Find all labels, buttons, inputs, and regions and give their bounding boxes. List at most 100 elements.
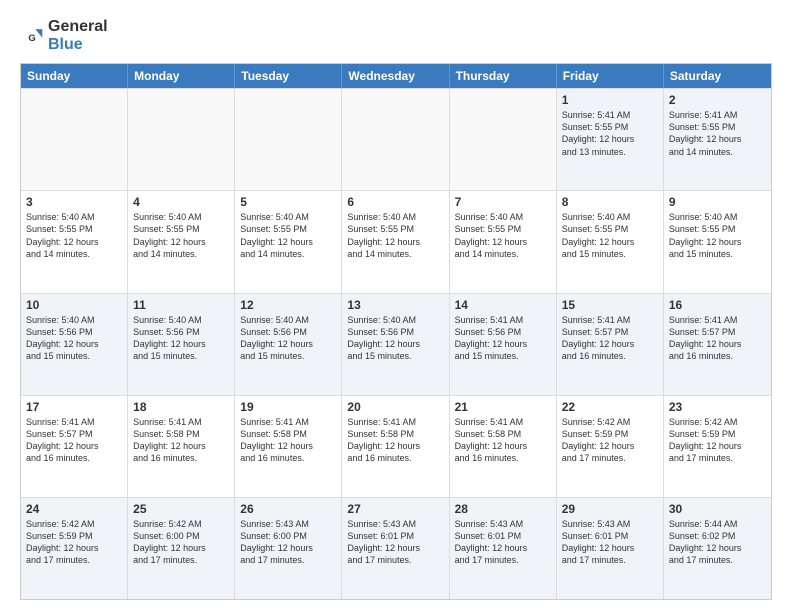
day-info: Sunrise: 5:41 AM Sunset: 5:58 PM Dayligh… xyxy=(133,416,229,465)
day-info: Sunrise: 5:43 AM Sunset: 6:00 PM Dayligh… xyxy=(240,518,336,567)
cal-cell-r4-c1: 25 Sunrise: 5:42 AM Sunset: 6:00 PM Dayli… xyxy=(128,498,235,599)
cal-cell-r0-c5: 1Sunrise: 5:41 AM Sunset: 5:55 PM Daylig… xyxy=(557,89,664,190)
day-info: Sunrise: 5:42 AM Sunset: 5:59 PM Dayligh… xyxy=(26,518,122,567)
day-number: 6 xyxy=(347,195,443,209)
day-info: Sunrise: 5:40 AM Sunset: 5:56 PM Dayligh… xyxy=(133,314,229,363)
cal-cell-r1-c5: 8 Sunrise: 5:40 AM Sunset: 5:55 PM Daylig… xyxy=(557,191,664,292)
cal-cell-r4-c4: 28 Sunrise: 5:43 AM Sunset: 6:01 PM Dayli… xyxy=(450,498,557,599)
day-number: 17 xyxy=(26,400,122,414)
day-info: Sunrise: 5:40 AM Sunset: 5:55 PM Dayligh… xyxy=(562,211,658,260)
cal-cell-r0-c1 xyxy=(128,89,235,190)
day-number: 27 xyxy=(347,502,443,516)
day-number: 4 xyxy=(133,195,229,209)
day-info: Sunrise: 5:42 AM Sunset: 5:59 PM Dayligh… xyxy=(562,416,658,465)
cal-row-0: 1Sunrise: 5:41 AM Sunset: 5:55 PM Daylig… xyxy=(21,88,771,190)
day-number: 25 xyxy=(133,502,229,516)
day-number: 2 xyxy=(669,93,766,107)
day-info: Sunrise: 5:42 AM Sunset: 5:59 PM Dayligh… xyxy=(669,416,766,465)
cal-header-thursday: Thursday xyxy=(450,64,557,88)
cal-row-1: 3 Sunrise: 5:40 AM Sunset: 5:55 PM Daylig… xyxy=(21,190,771,292)
day-number: 12 xyxy=(240,298,336,312)
day-info: Sunrise: 5:40 AM Sunset: 5:55 PM Dayligh… xyxy=(455,211,551,260)
calendar-header-row: SundayMondayTuesdayWednesdayThursdayFrid… xyxy=(21,64,771,88)
cal-cell-r3-c4: 21Sunrise: 5:41 AM Sunset: 5:58 PM Dayli… xyxy=(450,396,557,497)
day-info: Sunrise: 5:40 AM Sunset: 5:55 PM Dayligh… xyxy=(240,211,336,260)
cal-cell-r1-c1: 4Sunrise: 5:40 AM Sunset: 5:55 PM Daylig… xyxy=(128,191,235,292)
cal-header-monday: Monday xyxy=(128,64,235,88)
day-info: Sunrise: 5:43 AM Sunset: 6:01 PM Dayligh… xyxy=(562,518,658,567)
cal-cell-r2-c6: 16 Sunrise: 5:41 AM Sunset: 5:57 PM Dayli… xyxy=(664,294,771,395)
cal-cell-r1-c6: 9 Sunrise: 5:40 AM Sunset: 5:55 PM Daylig… xyxy=(664,191,771,292)
cal-header-tuesday: Tuesday xyxy=(235,64,342,88)
cal-cell-r3-c6: 23 Sunrise: 5:42 AM Sunset: 5:59 PM Dayli… xyxy=(664,396,771,497)
logo-icon: G xyxy=(20,24,44,48)
cal-cell-r2-c4: 14 Sunrise: 5:41 AM Sunset: 5:56 PM Dayli… xyxy=(450,294,557,395)
day-number: 30 xyxy=(669,502,766,516)
day-number: 24 xyxy=(26,502,122,516)
cal-header-friday: Friday xyxy=(557,64,664,88)
calendar: SundayMondayTuesdayWednesdayThursdayFrid… xyxy=(20,63,772,600)
cal-cell-r1-c3: 6 Sunrise: 5:40 AM Sunset: 5:55 PM Daylig… xyxy=(342,191,449,292)
cal-cell-r2-c5: 15 Sunrise: 5:41 AM Sunset: 5:57 PM Dayli… xyxy=(557,294,664,395)
day-number: 28 xyxy=(455,502,551,516)
calendar-body: 1Sunrise: 5:41 AM Sunset: 5:55 PM Daylig… xyxy=(21,88,771,599)
day-number: 7 xyxy=(455,195,551,209)
day-number: 8 xyxy=(562,195,658,209)
logo: G General Blue xyxy=(20,18,108,53)
cal-cell-r4-c5: 29 Sunrise: 5:43 AM Sunset: 6:01 PM Dayli… xyxy=(557,498,664,599)
day-number: 26 xyxy=(240,502,336,516)
day-number: 3 xyxy=(26,195,122,209)
cal-header-saturday: Saturday xyxy=(664,64,771,88)
header: G General Blue xyxy=(20,18,772,53)
cal-cell-r1-c0: 3Sunrise: 5:40 AM Sunset: 5:55 PM Daylig… xyxy=(21,191,128,292)
day-number: 21 xyxy=(455,400,551,414)
cal-cell-r4-c2: 26 Sunrise: 5:43 AM Sunset: 6:00 PM Dayli… xyxy=(235,498,342,599)
cal-cell-r0-c3 xyxy=(342,89,449,190)
day-info: Sunrise: 5:40 AM Sunset: 5:55 PM Dayligh… xyxy=(669,211,766,260)
day-info: Sunrise: 5:41 AM Sunset: 5:58 PM Dayligh… xyxy=(240,416,336,465)
day-number: 22 xyxy=(562,400,658,414)
cal-cell-r4-c3: 27 Sunrise: 5:43 AM Sunset: 6:01 PM Dayli… xyxy=(342,498,449,599)
day-info: Sunrise: 5:41 AM Sunset: 5:56 PM Dayligh… xyxy=(455,314,551,363)
cal-row-3: 17 Sunrise: 5:41 AM Sunset: 5:57 PM Dayli… xyxy=(21,395,771,497)
cal-cell-r0-c0 xyxy=(21,89,128,190)
cal-cell-r2-c2: 12 Sunrise: 5:40 AM Sunset: 5:56 PM Dayli… xyxy=(235,294,342,395)
day-info: Sunrise: 5:42 AM Sunset: 6:00 PM Dayligh… xyxy=(133,518,229,567)
day-number: 14 xyxy=(455,298,551,312)
day-info: Sunrise: 5:40 AM Sunset: 5:56 PM Dayligh… xyxy=(347,314,443,363)
day-info: Sunrise: 5:41 AM Sunset: 5:58 PM Dayligh… xyxy=(347,416,443,465)
day-info: Sunrise: 5:40 AM Sunset: 5:56 PM Dayligh… xyxy=(240,314,336,363)
day-number: 11 xyxy=(133,298,229,312)
day-info: Sunrise: 5:41 AM Sunset: 5:57 PM Dayligh… xyxy=(669,314,766,363)
day-number: 23 xyxy=(669,400,766,414)
cal-cell-r3-c0: 17 Sunrise: 5:41 AM Sunset: 5:57 PM Dayli… xyxy=(21,396,128,497)
cal-cell-r0-c2 xyxy=(235,89,342,190)
day-info: Sunrise: 5:41 AM Sunset: 5:57 PM Dayligh… xyxy=(26,416,122,465)
cal-cell-r1-c2: 5 Sunrise: 5:40 AM Sunset: 5:55 PM Daylig… xyxy=(235,191,342,292)
cal-cell-r3-c3: 20 Sunrise: 5:41 AM Sunset: 5:58 PM Dayli… xyxy=(342,396,449,497)
cal-cell-r0-c4 xyxy=(450,89,557,190)
cal-cell-r2-c3: 13Sunrise: 5:40 AM Sunset: 5:56 PM Dayli… xyxy=(342,294,449,395)
day-number: 20 xyxy=(347,400,443,414)
cal-cell-r2-c1: 11 Sunrise: 5:40 AM Sunset: 5:56 PM Dayli… xyxy=(128,294,235,395)
cal-row-2: 10 Sunrise: 5:40 AM Sunset: 5:56 PM Dayli… xyxy=(21,293,771,395)
day-number: 16 xyxy=(669,298,766,312)
cal-header-wednesday: Wednesday xyxy=(342,64,449,88)
day-info: Sunrise: 5:43 AM Sunset: 6:01 PM Dayligh… xyxy=(347,518,443,567)
cal-cell-r3-c2: 19 Sunrise: 5:41 AM Sunset: 5:58 PM Dayli… xyxy=(235,396,342,497)
cal-cell-r3-c1: 18 Sunrise: 5:41 AM Sunset: 5:58 PM Dayli… xyxy=(128,396,235,497)
day-number: 19 xyxy=(240,400,336,414)
day-number: 10 xyxy=(26,298,122,312)
day-number: 29 xyxy=(562,502,658,516)
day-info: Sunrise: 5:44 AM Sunset: 6:02 PM Dayligh… xyxy=(669,518,766,567)
day-info: Sunrise: 5:41 AM Sunset: 5:57 PM Dayligh… xyxy=(562,314,658,363)
day-number: 5 xyxy=(240,195,336,209)
cal-cell-r4-c6: 30 Sunrise: 5:44 AM Sunset: 6:02 PM Dayli… xyxy=(664,498,771,599)
day-number: 9 xyxy=(669,195,766,209)
day-info: Sunrise: 5:43 AM Sunset: 6:01 PM Dayligh… xyxy=(455,518,551,567)
day-number: 18 xyxy=(133,400,229,414)
cal-cell-r2-c0: 10Sunrise: 5:40 AM Sunset: 5:56 PM Dayli… xyxy=(21,294,128,395)
day-number: 15 xyxy=(562,298,658,312)
day-info: Sunrise: 5:41 AM Sunset: 5:55 PM Dayligh… xyxy=(669,109,766,158)
day-info: Sunrise: 5:40 AM Sunset: 5:55 PM Dayligh… xyxy=(347,211,443,260)
